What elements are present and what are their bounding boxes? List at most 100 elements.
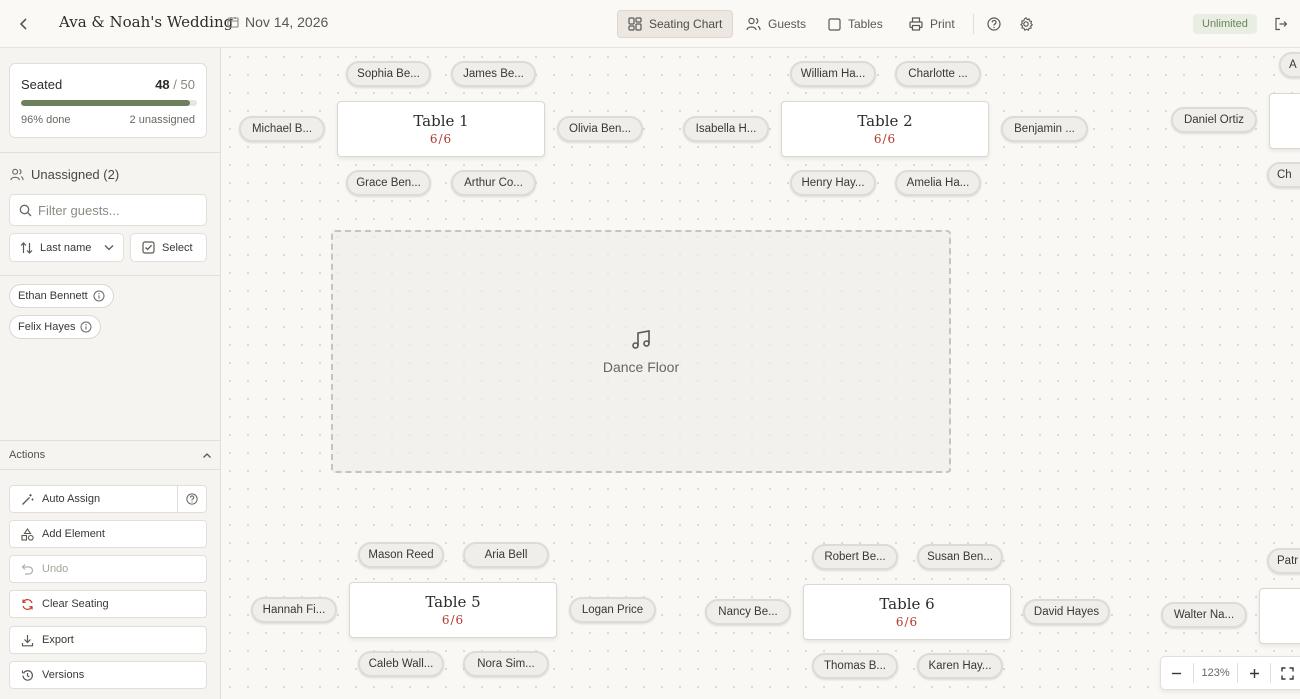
unassigned-guest-chip[interactable]: Ethan Bennett: [9, 284, 114, 308]
tab-guests[interactable]: Guests: [736, 10, 816, 38]
printer-icon: [909, 17, 923, 31]
top-bar: Ava & Noah's Wedding · Nov 14, 2026 Seat…: [0, 0, 1300, 48]
tab-seating-chart[interactable]: Seating Chart: [617, 10, 734, 38]
seat-chip[interactable]: Walter Na...: [1161, 602, 1247, 628]
auto-assign-button[interactable]: Auto Assign: [9, 485, 207, 513]
magic-wand-icon: [22, 493, 34, 505]
seat-chip[interactable]: Amelia Ha...: [895, 170, 981, 196]
seat-chip[interactable]: Caleb Wall...: [358, 651, 444, 677]
table-seat-count: 6/6: [873, 132, 897, 146]
seat-chip[interactable]: Grace Ben...: [346, 170, 431, 196]
back-button[interactable]: [14, 14, 34, 34]
table-card[interactable]: Table 5 6/6: [349, 582, 557, 638]
seat-chip[interactable]: David Hayes: [1023, 599, 1110, 625]
tab-tables[interactable]: Tables: [818, 10, 893, 38]
zoom-out-button[interactable]: [1161, 656, 1193, 690]
select-label: Select: [162, 241, 193, 254]
gear-icon: [1020, 17, 1033, 31]
table-name: Table 2: [857, 112, 913, 130]
seat-chip[interactable]: Robert Be...: [812, 544, 898, 570]
seat-chip[interactable]: William Ha...: [790, 61, 876, 87]
seated-total: 50: [180, 77, 195, 92]
seat-chip[interactable]: Hannah Fi...: [251, 597, 337, 623]
export-label: Export: [42, 634, 74, 646]
seat-chip[interactable]: Henry Hay...: [790, 170, 876, 196]
undo-icon: [21, 564, 34, 575]
clear-seating-button[interactable]: Clear Seating: [9, 590, 207, 618]
seat-chip[interactable]: Nora Sim...: [463, 651, 549, 677]
settings-button[interactable]: [1016, 14, 1036, 34]
seat-chip[interactable]: Mason Reed: [358, 542, 444, 568]
seat-chip[interactable]: Thomas B...: [812, 653, 898, 679]
tab-tables-label: Tables: [848, 17, 883, 31]
tab-seating-chart-label: Seating Chart: [649, 17, 723, 31]
seat-chip[interactable]: Olivia Ben...: [557, 116, 643, 142]
event-date[interactable]: Nov 14, 2026: [227, 14, 328, 30]
seat-chip[interactable]: Benjamin ...: [1001, 116, 1088, 142]
seat-chip[interactable]: Daniel Ortiz: [1171, 107, 1257, 133]
auto-assign-label: Auto Assign: [42, 493, 101, 505]
seat-chip[interactable]: James Be...: [451, 61, 536, 87]
auto-assign-help-button[interactable]: [177, 486, 206, 512]
seat-chip[interactable]: Ch: [1267, 162, 1300, 188]
add-element-button[interactable]: Add Element: [9, 520, 207, 548]
guest-name: Ethan Bennett: [18, 290, 88, 302]
table-name: Table 5: [425, 593, 481, 611]
logout-icon: [1275, 17, 1288, 31]
table-card[interactable]: [1259, 588, 1300, 644]
versions-label: Versions: [42, 669, 85, 681]
seated-progress-fill: [21, 100, 190, 106]
shapes-icon: [21, 527, 34, 541]
info-icon: [80, 321, 92, 333]
export-button[interactable]: Export: [9, 626, 207, 654]
filter-guests-field[interactable]: [9, 194, 207, 226]
zoom-in-button[interactable]: [1238, 656, 1270, 690]
logout-button[interactable]: [1271, 14, 1291, 34]
seat-chip[interactable]: Arthur Co...: [451, 170, 536, 196]
seat-chip[interactable]: Nancy Be...: [705, 599, 791, 625]
seat-chip[interactable]: A: [1279, 52, 1300, 78]
print-label: Print: [930, 17, 955, 31]
add-element-label: Add Element: [42, 528, 105, 540]
sidebar-divider: [0, 275, 221, 276]
sidebar: Seated 48 / 50 96% done 2 unassigned Una…: [0, 48, 221, 699]
unassigned-heading-text: Unassigned (2): [31, 167, 120, 182]
seat-chip[interactable]: Aria Bell: [463, 542, 549, 568]
seated-card: Seated 48 / 50 96% done 2 unassigned: [9, 63, 207, 138]
dance-floor[interactable]: Dance Floor: [331, 230, 951, 473]
sort-label: Last name: [40, 241, 92, 254]
chevron-left-icon: [19, 18, 27, 30]
seat-chip[interactable]: Charlotte ...: [895, 61, 981, 87]
tab-guests-label: Guests: [768, 17, 807, 31]
fit-to-screen-button[interactable]: [1271, 656, 1300, 690]
sort-dropdown[interactable]: Last name: [9, 233, 124, 262]
seat-chip[interactable]: Isabella H...: [683, 116, 769, 142]
seat-chip[interactable]: Susan Ben...: [917, 544, 1003, 570]
seat-chip[interactable]: Patr: [1267, 548, 1300, 574]
seat-chip[interactable]: Karen Hay...: [917, 653, 1003, 679]
filter-guests-input[interactable]: [38, 202, 198, 218]
table-card[interactable]: [1269, 93, 1300, 149]
zoom-level: 123%: [1201, 667, 1230, 679]
download-icon: [21, 634, 34, 646]
chevron-down-icon: [104, 245, 114, 251]
select-button[interactable]: Select: [130, 233, 207, 262]
table-card[interactable]: Table 2 6/6: [781, 101, 989, 157]
print-button[interactable]: Print: [899, 10, 965, 38]
table-card[interactable]: Table 6 6/6: [803, 584, 1011, 640]
seated-label: Seated: [21, 77, 63, 92]
event-title: Ava & Noah's Wedding: [59, 13, 234, 31]
actions-section-toggle[interactable]: Actions: [0, 440, 221, 470]
undo-button[interactable]: Undo: [9, 555, 207, 583]
seat-chip[interactable]: Sophia Be...: [346, 61, 431, 87]
help-button[interactable]: [984, 14, 1004, 34]
table-name: Table 1: [413, 112, 469, 130]
help-icon: [987, 17, 1001, 31]
unassigned-guest-chip[interactable]: Felix Hayes: [9, 315, 102, 339]
versions-button[interactable]: Versions: [9, 661, 207, 689]
seating-canvas[interactable]: Dance Floor Sophia Be... James Be... Mic…: [221, 48, 1300, 699]
sort-icon: [20, 241, 33, 254]
table-card[interactable]: Table 1 6/6: [337, 101, 545, 157]
seat-chip[interactable]: Logan Price: [569, 597, 656, 623]
seat-chip[interactable]: Michael B...: [239, 116, 325, 142]
